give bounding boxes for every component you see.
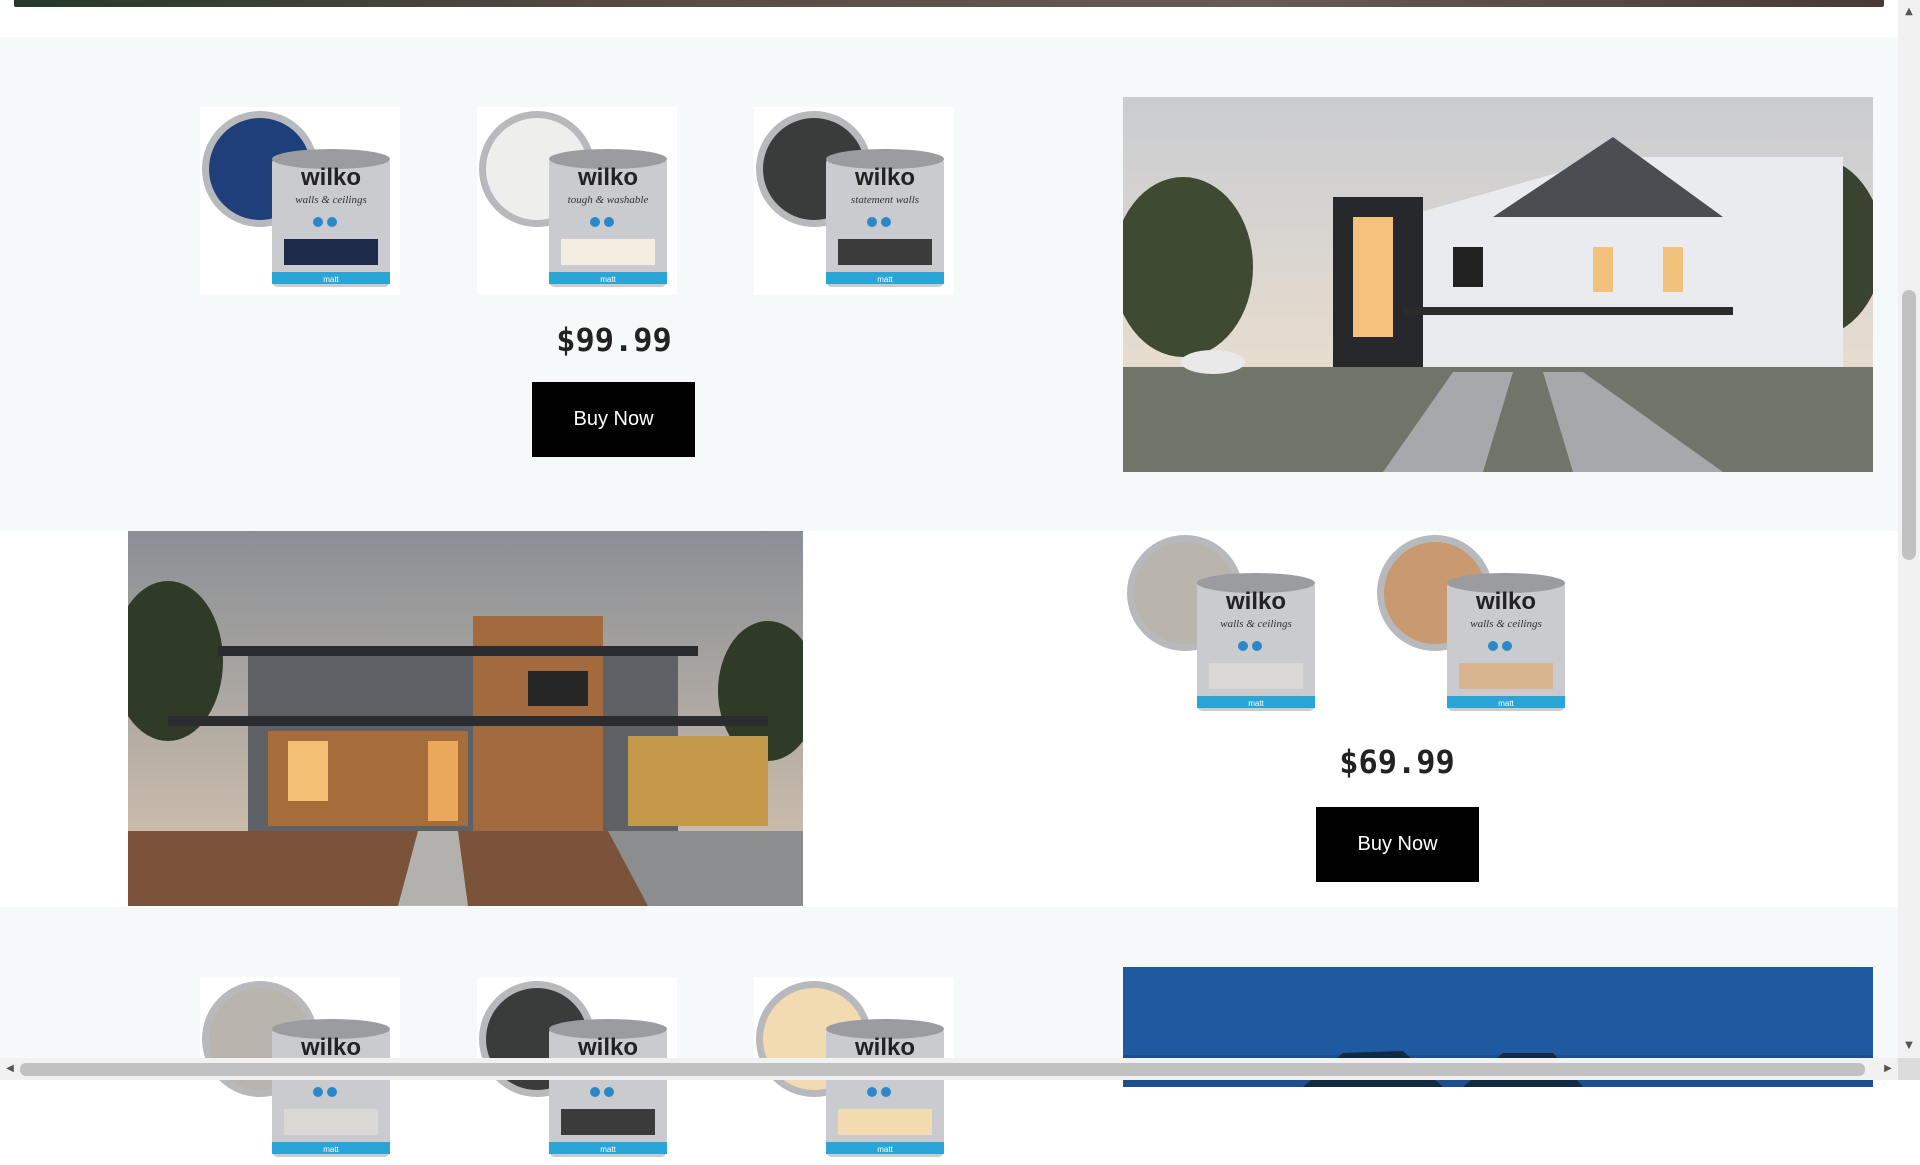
color-label [838,239,932,265]
finish-label: matt [1498,699,1514,708]
finish-label: matt [877,275,893,284]
paint-can-image[interactable]: wilko walls & ceilings matt [1125,531,1325,719]
feature-badge-icon [313,1087,323,1097]
feature-badge-icon [881,1087,891,1097]
finish-label: matt [600,275,616,284]
feature-badge-icon [604,1087,614,1097]
feature-badge-icon [881,217,891,227]
feature-badge-icon [1502,641,1512,651]
product-section-3: wilkowalls & ceilingsmatt wilkostatement… [0,907,1898,1165]
scrollbar-corner [1898,1058,1920,1080]
paint-can-image[interactable]: wilko statement walls matt [754,107,954,295]
brand-label: wilko [1225,588,1286,615]
feature-badge-icon [867,1087,877,1097]
brand-label: wilko [300,1034,361,1061]
scroll-right-icon[interactable]: ▶ [1878,1058,1898,1080]
color-label [561,1109,655,1135]
color-label [284,239,378,265]
scroll-up-icon[interactable]: ▲ [1898,2,1920,22]
color-label [1209,663,1303,689]
product-section-1: wilko walls & ceilings matt wilko tough & w… [0,37,1898,531]
feature-badge-icon [327,1087,337,1097]
product-line-label: walls & ceilings [295,194,367,206]
wooden-house-photo [128,531,803,906]
paint-can-image[interactable]: wilko walls & ceilings matt [200,107,400,295]
color-label [838,1109,932,1135]
finish-label: matt [877,1145,893,1154]
color-label [561,239,655,265]
scroll-down-icon[interactable]: ▼ [1898,1036,1920,1056]
feature-badge-icon [867,217,877,227]
modern-house-photo [1123,97,1873,472]
vertical-scrollbar[interactable]: ▲ ▼ [1898,0,1920,1058]
feature-badge-icon [327,217,337,227]
brand-label: wilko [1475,588,1536,615]
hero-image-bottom-edge [14,0,1884,7]
horizontal-scrollbar[interactable]: ◀ ▶ [0,1058,1898,1080]
product-line-label: walls & ceilings [1470,618,1542,630]
buy-now-button[interactable]: Buy Now [1316,807,1479,882]
brand-label: wilko [854,1034,915,1061]
product-price: $99.99 [556,321,672,359]
vertical-scroll-thumb[interactable] [1902,290,1916,560]
horizontal-scroll-thumb[interactable] [20,1063,1865,1076]
feature-badge-icon [1488,641,1498,651]
scroll-left-icon[interactable]: ◀ [0,1058,20,1080]
color-label [1459,663,1553,689]
paint-can-image[interactable]: wilko tough & washable matt [477,107,677,295]
feature-badge-icon [604,217,614,227]
product-line-label: tough & washable [568,194,649,206]
paint-can-image[interactable]: wilko walls & ceilings matt [1375,531,1575,719]
finish-label: matt [323,275,339,284]
product-price: $69.99 [1339,743,1455,781]
buy-now-button[interactable]: Buy Now [532,382,695,457]
finish-label: matt [600,1145,616,1154]
feature-badge-icon [313,217,323,227]
feature-badge-icon [1238,641,1248,651]
product-line-label: statement walls [851,194,919,206]
feature-badge-icon [1252,641,1262,651]
feature-badge-icon [590,1087,600,1097]
brand-label: wilko [577,1034,638,1061]
brand-label: wilko [300,164,361,191]
finish-label: matt [1248,699,1264,708]
brand-label: wilko [577,164,638,191]
finish-label: matt [323,1145,339,1154]
brand-label: wilko [854,164,915,191]
feature-badge-icon [590,217,600,227]
product-line-label: walls & ceilings [1220,618,1292,630]
color-label [284,1109,378,1135]
product-section-2: wilko walls & ceilings matt wilko walls & c… [0,531,1898,907]
